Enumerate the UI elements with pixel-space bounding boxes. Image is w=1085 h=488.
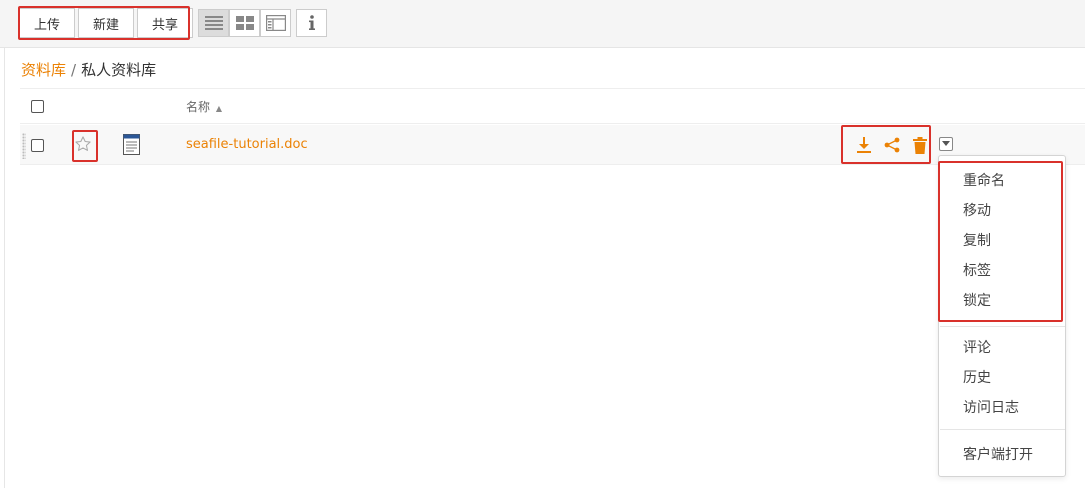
name-column-label: 名称 <box>186 100 211 114</box>
document-icon <box>123 134 140 155</box>
star-icon[interactable] <box>74 135 92 153</box>
name-column-header[interactable]: 名称 ▲ <box>186 98 222 115</box>
upload-button[interactable]: 上传 <box>19 8 76 38</box>
grid-view-icon[interactable] <box>229 9 260 37</box>
file-operations-menu: 重命名 移动 复制 标签 锁定 评论 历史 访问日志 客户端打开 <box>938 155 1066 477</box>
menu-item-comment[interactable]: 评论 <box>963 337 991 357</box>
file-browser-page: 上传 新建 共享 资料库 / 私人资料库 名称 ▲ seafile-tutori… <box>0 0 1085 488</box>
sort-asc-icon: ▲ <box>215 104 222 113</box>
table-row[interactable]: seafile-tutorial.doc <box>20 125 1085 165</box>
breadcrumb-separator: / <box>71 61 77 79</box>
toolbar: 上传 新建 共享 <box>0 0 1085 48</box>
table-header-row: 名称 ▲ <box>20 88 1085 124</box>
download-icon[interactable] <box>855 135 873 155</box>
breadcrumb-current: 私人资料库 <box>81 61 157 79</box>
menu-divider <box>940 429 1065 430</box>
menu-item-lock[interactable]: 锁定 <box>963 290 991 310</box>
menu-item-access-log[interactable]: 访问日志 <box>963 397 1019 417</box>
breadcrumb: 资料库 / 私人资料库 <box>21 59 156 80</box>
info-icon[interactable] <box>296 9 327 37</box>
menu-item-history[interactable]: 历史 <box>963 367 991 387</box>
list-view-icon[interactable] <box>198 9 229 37</box>
chevron-down-icon <box>942 141 950 146</box>
file-name-link[interactable]: seafile-tutorial.doc <box>186 137 308 152</box>
menu-item-rename[interactable]: 重命名 <box>963 170 1005 190</box>
delete-icon[interactable] <box>911 135 929 155</box>
share-icon[interactable] <box>883 135 901 155</box>
drag-handle-icon[interactable] <box>22 133 26 159</box>
more-menu-toggle[interactable] <box>939 137 953 151</box>
breadcrumb-root-link[interactable]: 资料库 <box>21 61 66 79</box>
share-button[interactable]: 共享 <box>137 8 194 38</box>
row-checkbox[interactable] <box>31 139 44 152</box>
menu-item-open-in-client[interactable]: 客户端打开 <box>963 444 1033 464</box>
detail-view-icon[interactable] <box>260 9 291 37</box>
new-button[interactable]: 新建 <box>78 8 135 38</box>
left-border <box>4 0 5 488</box>
select-all-checkbox[interactable] <box>31 100 44 113</box>
menu-item-tags[interactable]: 标签 <box>963 260 991 280</box>
view-mode-group <box>198 9 291 37</box>
menu-item-move[interactable]: 移动 <box>963 200 991 220</box>
menu-divider <box>940 326 1065 327</box>
menu-item-copy[interactable]: 复制 <box>963 230 991 250</box>
toolbar-button-group: 上传 新建 共享 <box>19 8 194 38</box>
